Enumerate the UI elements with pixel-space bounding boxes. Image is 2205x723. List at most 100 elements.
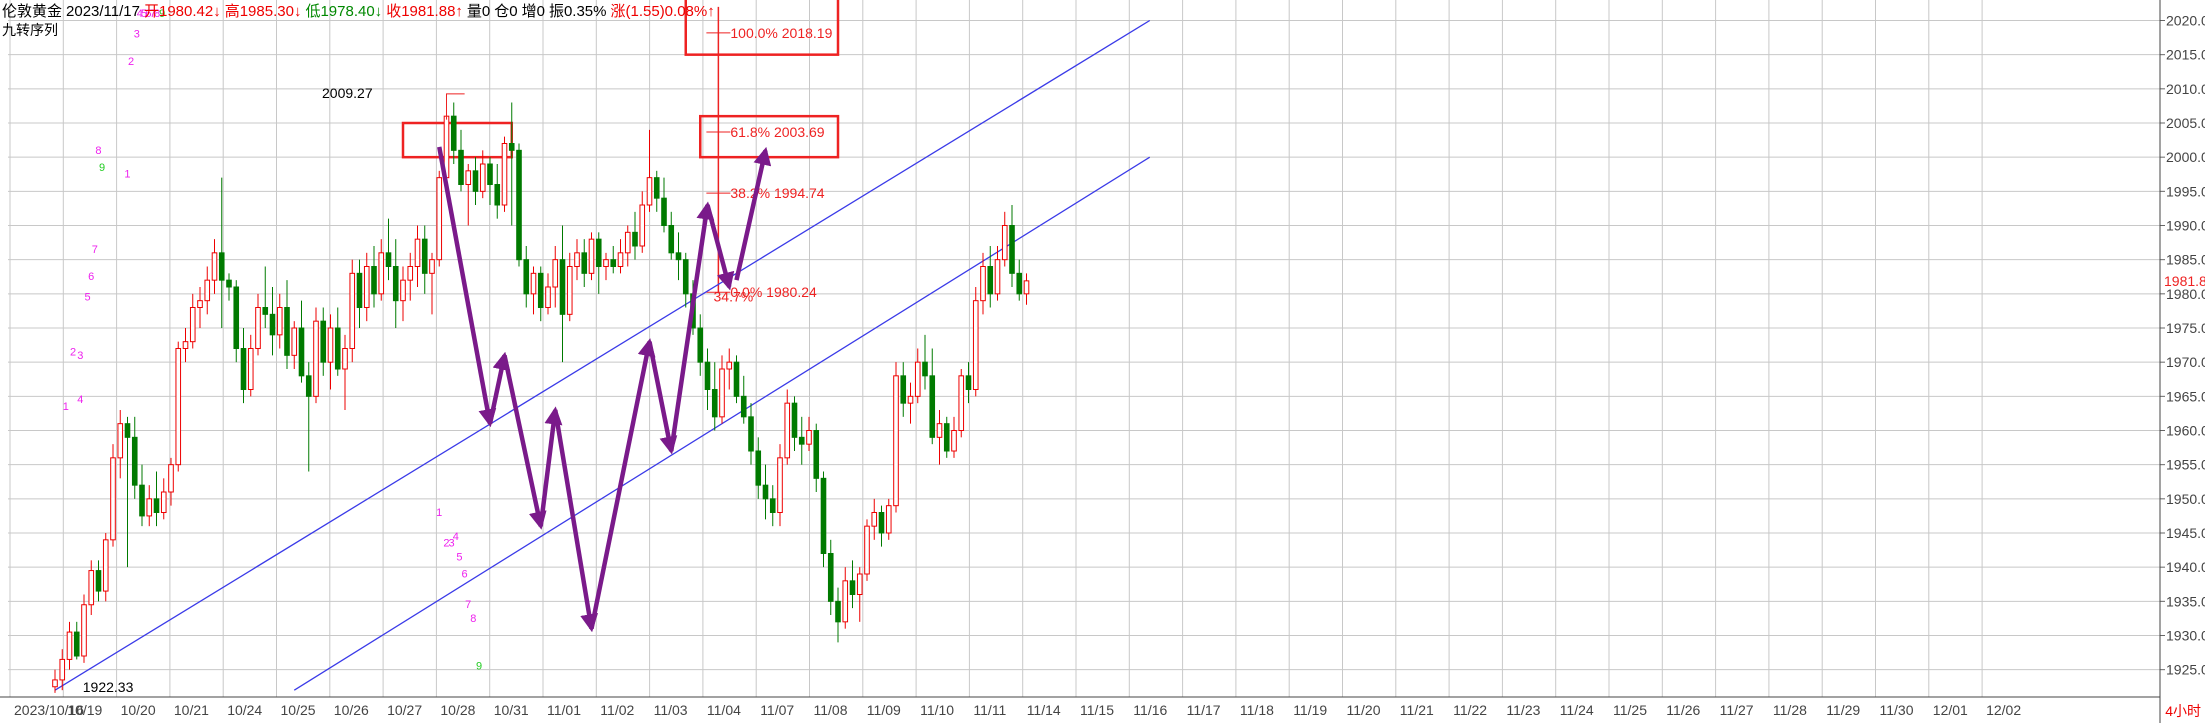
x-tick-label: 11/16 xyxy=(1133,702,1167,718)
candle xyxy=(160,478,167,520)
x-tick-label: 11/17 xyxy=(1187,702,1221,718)
candle xyxy=(211,239,218,294)
candle xyxy=(900,362,907,417)
candle xyxy=(936,410,943,465)
candle-body xyxy=(943,423,950,452)
candle-body xyxy=(414,238,421,268)
candle-body xyxy=(711,389,718,418)
candle xyxy=(88,560,95,615)
candle xyxy=(153,471,160,527)
candle xyxy=(392,239,399,328)
candle xyxy=(675,232,682,281)
candle xyxy=(240,328,247,404)
open-interest-value: 仓0 xyxy=(494,3,518,20)
high-value: 高1985.30↓ xyxy=(224,3,302,20)
candle-body xyxy=(922,361,928,377)
x-tick-label: 10/20 xyxy=(121,702,156,718)
candle xyxy=(958,369,965,438)
candle xyxy=(189,293,196,349)
candle-body xyxy=(88,570,95,606)
candle xyxy=(450,102,457,164)
y-tick-label: 1960.0 xyxy=(2166,423,2205,439)
candle xyxy=(102,533,109,602)
open-value: 开1980.42↓ xyxy=(143,3,221,20)
candle-body xyxy=(458,149,464,185)
x-tick-label: 11/26 xyxy=(1666,702,1700,718)
td-sequence-label: 1 xyxy=(436,507,442,519)
y-tick-label: 2015.0 xyxy=(2166,47,2205,63)
candle xyxy=(682,252,689,308)
candle-body xyxy=(407,266,414,281)
candle xyxy=(835,587,841,643)
candle-body xyxy=(429,259,435,274)
candle-body xyxy=(632,231,638,247)
candle xyxy=(276,293,283,349)
candle-body xyxy=(334,327,341,370)
candle xyxy=(124,416,131,568)
td-sequence-label: 8 xyxy=(95,145,101,157)
candle xyxy=(81,594,87,663)
candle-body xyxy=(661,197,667,227)
candle xyxy=(951,416,957,458)
candlestick-chart[interactable]: 1925.01930.01935.01940.01945.01950.01955… xyxy=(0,0,2205,723)
price-annotation: 2009.27 xyxy=(322,85,373,101)
y-tick-label: 2000.0 xyxy=(2166,149,2205,165)
x-tick-label: 11/21 xyxy=(1400,702,1434,718)
candle-body xyxy=(378,252,385,295)
candle-body xyxy=(298,327,305,377)
candle-body xyxy=(755,450,762,486)
x-tick-label: 11/27 xyxy=(1720,702,1754,718)
candle-body xyxy=(146,498,153,517)
candle xyxy=(349,259,356,363)
candle-body xyxy=(1001,225,1008,261)
candle-body xyxy=(972,300,979,390)
candle-body xyxy=(603,259,609,267)
candle-body xyxy=(610,259,617,267)
x-tick-label: 10/28 xyxy=(440,702,475,718)
wave-arrow xyxy=(502,354,547,530)
candle xyxy=(697,314,704,376)
x-tick-label: 12/02 xyxy=(1986,702,2021,718)
timeframe-label[interactable]: 4小时 xyxy=(2165,701,2201,721)
candle xyxy=(501,136,508,212)
candle xyxy=(146,485,153,527)
x-tick-label: 11/14 xyxy=(1027,702,1061,718)
y-tick-label: 1925.0 xyxy=(2166,662,2205,678)
candle-body xyxy=(218,252,225,281)
candle xyxy=(856,567,863,622)
candle-body xyxy=(552,259,559,288)
candle-body xyxy=(284,307,290,356)
price-annotation: 34.7% xyxy=(714,288,754,304)
candle xyxy=(421,225,428,294)
candle xyxy=(494,164,501,219)
candle-body xyxy=(835,600,841,623)
x-tick-label: 11/04 xyxy=(707,702,741,718)
candle-body xyxy=(777,457,783,514)
candle-body xyxy=(813,430,820,479)
x-tick-label: 10/19 xyxy=(67,702,102,718)
candle-body xyxy=(994,259,1001,295)
candle xyxy=(820,471,827,568)
candle xyxy=(595,232,602,294)
candle-body xyxy=(472,170,479,192)
candle-body xyxy=(73,631,80,657)
candle xyxy=(806,416,812,451)
y-tick-label: 2005.0 xyxy=(2166,115,2205,131)
td-sequence-label: 5 xyxy=(456,551,462,563)
candle xyxy=(1001,211,1008,267)
x-tick-label: 10/24 xyxy=(227,702,262,718)
candle xyxy=(748,403,754,465)
candle-body xyxy=(400,279,406,302)
candle xyxy=(247,334,254,397)
candle-body xyxy=(450,115,457,151)
candle xyxy=(182,328,189,363)
candle-body xyxy=(893,375,899,507)
candle-body xyxy=(153,498,160,514)
td-sequence-label: 2 xyxy=(70,346,76,358)
td-sequence-label: 1 xyxy=(63,401,69,413)
candle xyxy=(842,567,849,629)
candle-body xyxy=(110,457,116,541)
candle xyxy=(363,252,370,322)
candle-body xyxy=(233,286,240,349)
candle xyxy=(907,382,914,424)
